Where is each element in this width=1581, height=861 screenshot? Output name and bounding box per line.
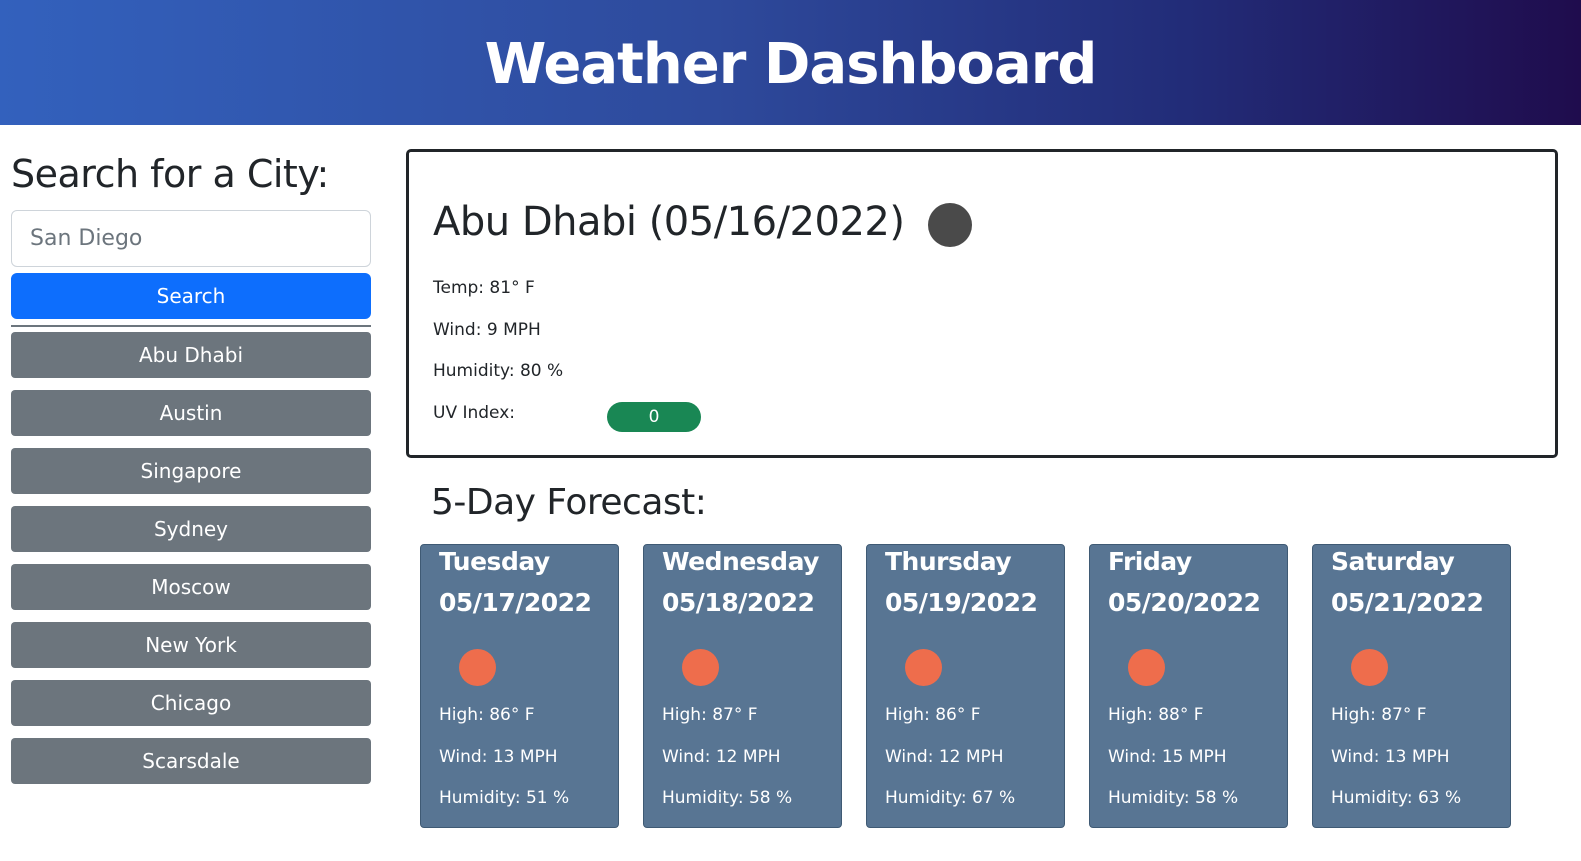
forecast-date: 05/19/2022	[885, 588, 1038, 617]
forecast-day: Wednesday	[662, 547, 819, 576]
forecast-date: 05/17/2022	[439, 588, 592, 617]
current-city-date: Abu Dhabi (05/16/2022)	[433, 199, 905, 245]
forecast-high: High: 86° F	[885, 705, 981, 725]
sun-icon	[905, 649, 942, 686]
uv-index-label: UV Index:	[433, 402, 516, 423]
history-city-button[interactable]: Austin	[11, 390, 371, 436]
forecast-date: 05/18/2022	[662, 588, 815, 617]
uv-index-row: UV Index: 0	[433, 393, 1531, 435]
forecast-day: Saturday	[1331, 547, 1455, 576]
search-button[interactable]: Search	[11, 273, 371, 319]
forecast-day: Thursday	[885, 547, 1012, 576]
current-weather-stats: Temp: 81° F Wind: 9 MPH Humidity: 80 % U…	[433, 268, 1531, 434]
history-city-button[interactable]: Chicago	[11, 680, 371, 726]
history-city-button[interactable]: Scarsdale	[11, 738, 371, 784]
forecast-card: Tuesday 05/17/2022 High: 86° F Wind: 13 …	[420, 544, 619, 828]
forecast-high: High: 88° F	[1108, 705, 1204, 725]
forecast-day: Tuesday	[439, 547, 550, 576]
sun-icon	[682, 649, 719, 686]
forecast-date: 05/20/2022	[1108, 588, 1261, 617]
page-header: Weather Dashboard	[0, 0, 1581, 125]
forecast-card: Wednesday 05/18/2022 High: 87° F Wind: 1…	[643, 544, 842, 828]
current-weather-panel: Abu Dhabi (05/16/2022) Temp: 81° F Wind:…	[406, 149, 1558, 458]
forecast-card: Thursday 05/19/2022 High: 86° F Wind: 12…	[866, 544, 1065, 828]
history-city-button[interactable]: New York	[11, 622, 371, 668]
page-title: Weather Dashboard	[484, 32, 1098, 97]
forecast-humidity: Humidity: 58 %	[662, 788, 793, 808]
forecast-wind: Wind: 12 MPH	[885, 746, 1004, 767]
forecast-wind: Wind: 12 MPH	[662, 746, 781, 767]
divider	[11, 325, 371, 327]
forecast-wind: Wind: 13 MPH	[1331, 746, 1450, 767]
forecast-wind: Wind: 13 MPH	[439, 746, 558, 767]
forecast-heading: 5-Day Forecast:	[431, 482, 707, 523]
forecast-humidity: Humidity: 67 %	[885, 788, 1016, 808]
weather-icon	[928, 203, 973, 247]
forecast-card: Saturday 05/21/2022 High: 87° F Wind: 13…	[1312, 544, 1511, 828]
forecast-card: Friday 05/20/2022 High: 88° F Wind: 15 M…	[1089, 544, 1288, 828]
forecast-day: Friday	[1108, 547, 1192, 576]
history-city-button[interactable]: Abu Dhabi	[11, 332, 371, 378]
search-history: Abu Dhabi Austin Singapore Sydney Moscow…	[11, 332, 371, 784]
forecast-high: High: 87° F	[1331, 705, 1427, 725]
current-humidity: Humidity: 80 %	[433, 361, 564, 381]
sun-icon	[459, 649, 496, 686]
history-city-button[interactable]: Moscow	[11, 564, 371, 610]
history-city-button[interactable]: Sydney	[11, 506, 371, 552]
current-temp: Temp: 81° F	[433, 278, 535, 298]
current-wind: Wind: 9 MPH	[433, 319, 541, 340]
forecast-humidity: Humidity: 63 %	[1331, 788, 1462, 808]
forecast-wind: Wind: 15 MPH	[1108, 746, 1227, 767]
forecast-humidity: Humidity: 58 %	[1108, 788, 1239, 808]
forecast-humidity: Humidity: 51 %	[439, 788, 570, 808]
history-city-button[interactable]: Singapore	[11, 448, 371, 494]
current-weather-header: Abu Dhabi (05/16/2022)	[433, 192, 1531, 252]
forecast-high: High: 87° F	[662, 705, 758, 725]
uv-index-badge: 0	[607, 402, 702, 433]
city-search-input[interactable]	[11, 210, 371, 267]
sun-icon	[1128, 649, 1165, 686]
forecast-date: 05/21/2022	[1331, 588, 1484, 617]
sun-icon	[1351, 649, 1388, 686]
forecast-high: High: 86° F	[439, 705, 535, 725]
forecast-cards: Tuesday 05/17/2022 High: 86° F Wind: 13 …	[420, 544, 1511, 828]
search-sidebar: Search for a City: Search Abu Dhabi Aust…	[11, 148, 371, 796]
search-heading: Search for a City:	[11, 152, 329, 196]
